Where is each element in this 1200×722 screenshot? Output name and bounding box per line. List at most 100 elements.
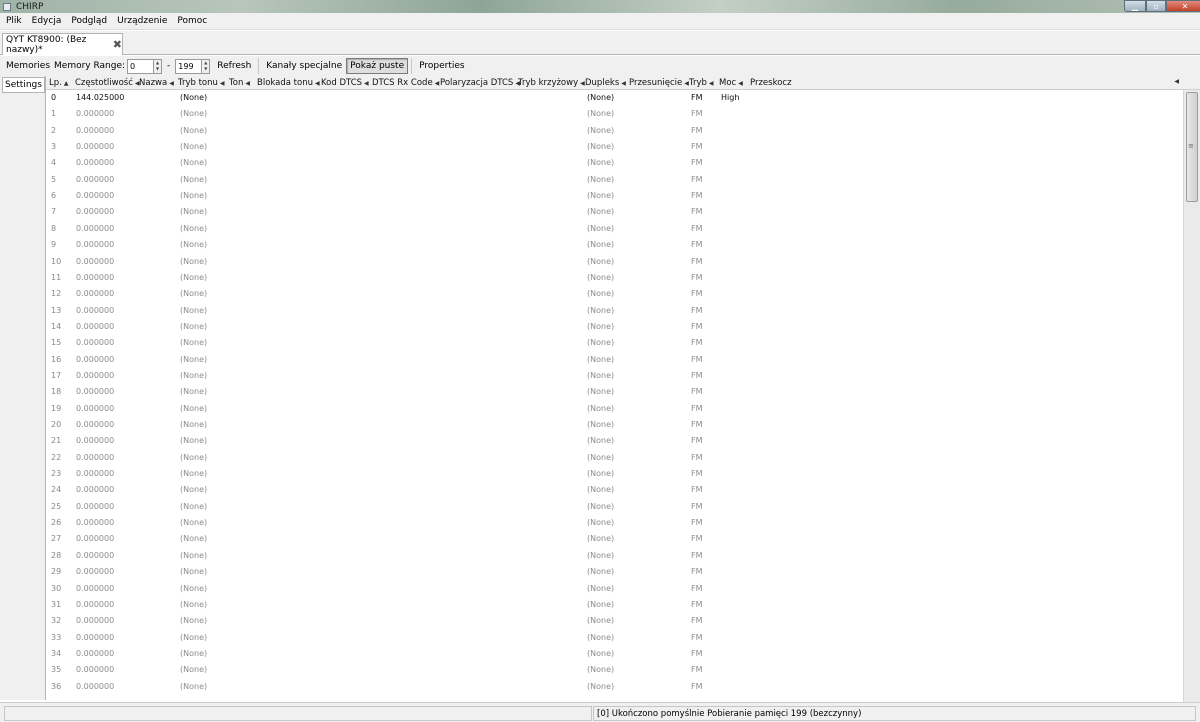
table-row[interactable]: 19 0.000000 (None) (None) FM bbox=[46, 402, 1183, 418]
table-row[interactable]: 31 0.000000 (None) (None) FM bbox=[46, 598, 1183, 614]
show-empty-toggle[interactable]: Pokaż puste bbox=[346, 58, 409, 74]
table-row[interactable]: 10 0.000000 (None) (None) FM bbox=[46, 255, 1183, 271]
table-row[interactable]: 0 144.025000 (None) (None) FM High bbox=[46, 91, 1183, 107]
special-channels-button[interactable]: Kanały specjalne bbox=[262, 58, 346, 74]
menu-view[interactable]: Podgląd bbox=[66, 16, 112, 26]
cell-mode: FM bbox=[691, 567, 703, 577]
cell-number: 20 bbox=[51, 420, 62, 429]
table-row[interactable]: 27 0.000000 (None) (None) FM bbox=[46, 532, 1183, 548]
col-header-dtcs-rx-code[interactable]: DTCS Rx Code ◀ bbox=[372, 78, 439, 88]
table-row[interactable]: 36 0.000000 (None) (None) FM bbox=[46, 680, 1183, 696]
col-header-frequency[interactable]: Częstotliwość ◀ bbox=[75, 78, 140, 88]
table-row[interactable]: 25 0.000000 (None) (None) FM bbox=[46, 500, 1183, 516]
table-row[interactable]: 6 0.000000 (None) (None) FM bbox=[46, 189, 1183, 205]
table-row[interactable]: 5 0.000000 (None) (None) FM bbox=[46, 173, 1183, 189]
table-row[interactable]: 8 0.000000 (None) (None) FM bbox=[46, 222, 1183, 238]
table-row[interactable]: 1 0.000000 (None) (None) FM bbox=[46, 107, 1183, 123]
col-header-mode[interactable]: Tryb ◀ bbox=[689, 78, 714, 88]
toolbar-separator bbox=[258, 58, 260, 74]
table-row[interactable]: 13 0.000000 (None) (None) FM bbox=[46, 304, 1183, 320]
memories-tab-label[interactable]: Memories bbox=[4, 61, 52, 71]
cell-tone-mode: (None) bbox=[180, 223, 208, 233]
table-row[interactable]: 11 0.000000 (None) (None) FM bbox=[46, 271, 1183, 287]
cell-mode: FM bbox=[691, 354, 703, 364]
vertical-scrollbar[interactable]: ≡ bbox=[1183, 90, 1200, 702]
table-row[interactable]: 24 0.000000 (None) (None) FM bbox=[46, 483, 1183, 499]
cell-duplex: (None) bbox=[587, 125, 615, 135]
cell-tone-mode: (None) bbox=[180, 174, 208, 184]
properties-button[interactable]: Properties bbox=[415, 58, 468, 74]
col-header-dtcs-code[interactable]: Kod DTCS ◀ bbox=[321, 78, 369, 88]
cell-number: 23 bbox=[51, 469, 62, 479]
col-header-skip[interactable]: Przeskocz bbox=[750, 78, 792, 88]
table-row[interactable]: 16 0.000000 (None) (None) FM bbox=[46, 353, 1183, 369]
cell-frequency: 0.000000 bbox=[76, 305, 115, 315]
col-header-tone-mode[interactable]: Tryb tonu ◀ bbox=[178, 78, 225, 88]
table-row[interactable]: 12 0.000000 (None) (None) FM bbox=[46, 287, 1183, 303]
close-tab-icon[interactable]: ✖ bbox=[113, 38, 122, 51]
tab-document[interactable]: QYT KT8900: (Bez nazwy)* ✖ bbox=[2, 33, 123, 55]
table-row[interactable]: 33 0.000000 (None) (None) FM bbox=[46, 631, 1183, 647]
table-row[interactable]: 28 0.000000 (None) (None) FM bbox=[46, 549, 1183, 565]
table-row[interactable]: 14 0.000000 (None) (None) FM bbox=[46, 320, 1183, 336]
table-row[interactable]: 20 0.000000 (None) (None) FM bbox=[46, 418, 1183, 434]
spin-down-icon[interactable]: ▼ bbox=[202, 66, 209, 73]
cell-frequency: 0.000000 bbox=[76, 616, 115, 626]
col-header-dtcs-polarity[interactable]: Polaryzacja DTCS ◀ bbox=[440, 78, 520, 88]
range-start-spinner[interactable]: ▲▼ bbox=[127, 58, 163, 74]
cell-duplex: (None) bbox=[587, 240, 615, 250]
col-header-offset[interactable]: Przesunięcie ◀ bbox=[629, 78, 689, 88]
range-end-spinner[interactable]: ▲▼ bbox=[175, 58, 211, 74]
minimize-icon[interactable]: ▁ bbox=[1124, 0, 1146, 12]
menu-radio[interactable]: Urządzenie bbox=[112, 16, 172, 26]
cell-number: 28 bbox=[51, 550, 62, 560]
col-header-power[interactable]: Moc ◀ bbox=[719, 78, 743, 88]
cell-mode: FM bbox=[691, 125, 703, 135]
cell-duplex: (None) bbox=[587, 223, 615, 233]
table-row[interactable]: 7 0.000000 (None) (None) FM bbox=[46, 205, 1183, 221]
col-header-tone-lock[interactable]: Blokada tonu ◀ bbox=[257, 78, 320, 88]
spin-down-icon[interactable]: ▼ bbox=[154, 66, 161, 73]
maximize-icon[interactable]: ▫ bbox=[1146, 0, 1166, 12]
close-icon[interactable]: ✕ bbox=[1166, 0, 1200, 12]
table-row[interactable]: 23 0.000000 (None) (None) FM bbox=[46, 467, 1183, 483]
col-header-name[interactable]: Nazwa ◀ bbox=[139, 78, 174, 88]
cell-tone-mode: (None) bbox=[180, 632, 208, 642]
menu-file[interactable]: Plik bbox=[0, 16, 27, 26]
cell-frequency: 0.000000 bbox=[76, 403, 115, 413]
table-row[interactable]: 34 0.000000 (None) (None) FM bbox=[46, 647, 1183, 663]
table-row[interactable]: 4 0.000000 (None) (None) FM bbox=[46, 156, 1183, 172]
table-row[interactable]: 26 0.000000 (None) (None) FM bbox=[46, 516, 1183, 532]
col-header-duplex[interactable]: Dupleks ◀ bbox=[585, 78, 626, 88]
range-end-input[interactable] bbox=[175, 58, 203, 74]
table-row[interactable]: 32 0.000000 (None) (None) FM bbox=[46, 614, 1183, 630]
table-row[interactable]: 22 0.000000 (None) (None) FM bbox=[46, 451, 1183, 467]
cell-frequency: 0.000000 bbox=[76, 501, 115, 511]
menu-help[interactable]: Pomoc bbox=[172, 16, 212, 26]
cell-mode: FM bbox=[691, 501, 703, 511]
cell-frequency: 0.000000 bbox=[76, 289, 115, 299]
menu-edit[interactable]: Edycja bbox=[27, 16, 67, 26]
cell-number: 7 bbox=[51, 207, 57, 217]
col-header-cross-mode[interactable]: Tryb krzyżowy ◀ bbox=[518, 78, 585, 88]
table-row[interactable]: 29 0.000000 (None) (None) FM bbox=[46, 565, 1183, 581]
refresh-button[interactable]: Refresh bbox=[213, 58, 255, 74]
table-row[interactable]: 2 0.000000 (None) (None) FM bbox=[46, 124, 1183, 140]
table-row[interactable]: 17 0.000000 (None) (None) FM bbox=[46, 369, 1183, 385]
table-row[interactable]: 9 0.000000 (None) (None) FM bbox=[46, 238, 1183, 254]
cell-duplex: (None) bbox=[587, 370, 615, 380]
table-row[interactable]: 30 0.000000 (None) (None) FM bbox=[46, 582, 1183, 598]
tab-settings[interactable]: Settings bbox=[2, 77, 45, 93]
table-row[interactable]: 35 0.000000 (None) (None) FM bbox=[46, 663, 1183, 679]
cell-duplex: (None) bbox=[587, 648, 615, 658]
table-row[interactable]: 15 0.000000 (None) (None) FM bbox=[46, 336, 1183, 352]
table-row[interactable]: 21 0.000000 (None) (None) FM bbox=[46, 434, 1183, 450]
col-header-number[interactable]: Lp. ▲ bbox=[49, 78, 68, 88]
col-header-tone[interactable]: Ton ◀ bbox=[229, 78, 250, 88]
cell-tone-mode: (None) bbox=[180, 370, 208, 380]
table-row[interactable]: 3 0.000000 (None) (None) FM bbox=[46, 140, 1183, 156]
cell-mode: FM bbox=[691, 256, 703, 266]
table-row[interactable]: 18 0.000000 (None) (None) FM bbox=[46, 385, 1183, 401]
menu-bar: Plik Edycja Podgląd Urządzenie Pomoc bbox=[0, 13, 1200, 30]
range-start-input[interactable] bbox=[127, 58, 155, 74]
